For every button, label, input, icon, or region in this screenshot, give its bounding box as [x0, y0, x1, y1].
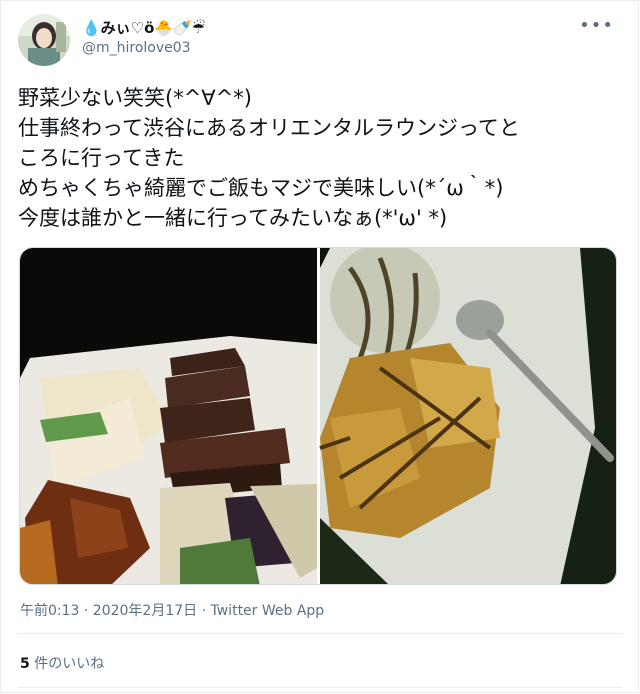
- photo-steak-plate[interactable]: [20, 248, 317, 585]
- source-app-link[interactable]: Twitter Web App: [211, 603, 325, 619]
- tweet-text-line: ころに行ってきた: [18, 146, 185, 170]
- user-handle[interactable]: @m_hirolove03: [82, 40, 191, 56]
- photo-waffle-dessert[interactable]: [319, 248, 617, 585]
- tweet-text-line: めちゃくちゃ綺麗でご飯もマジで美味しい(*´ω｀*): [18, 176, 504, 200]
- tweet-media: [19, 247, 617, 585]
- divider: [18, 687, 622, 688]
- tweet-text: 野菜少ない笑笑(*^∀^*) 仕事終わって渋谷にあるオリエンタルラウンジってと …: [18, 83, 618, 233]
- likes-link[interactable]: 5 件のいいね: [20, 653, 104, 673]
- likes-count: 5: [20, 656, 30, 672]
- tweet-meta: 午前0:13 · 2020年2月17日 · Twitter Web App: [20, 600, 324, 620]
- more-dots-icon[interactable]: •••: [579, 15, 614, 36]
- timestamp[interactable]: 午前0:13 · 2020年2月17日 ·: [20, 603, 211, 619]
- tweet-text-line: 今度は誰かと一緒に行ってみたいなぁ(*'ω' *): [18, 206, 448, 230]
- tweet-text-line: 野菜少ない笑笑(*^∀^*): [18, 86, 252, 110]
- tweet-text-line: 仕事終わって渋谷にあるオリエンタルラウンジってと: [18, 116, 520, 140]
- avatar[interactable]: [18, 14, 70, 66]
- divider: [18, 633, 622, 634]
- display-name[interactable]: 💧みぃ♡ö🐣🍼☔: [82, 17, 205, 38]
- likes-label: 件のいいね: [29, 656, 105, 672]
- tweet-card: 💧みぃ♡ö🐣🍼☔ @m_hirolove03 ••• 野菜少ない笑笑(*^∀^*…: [0, 0, 639, 693]
